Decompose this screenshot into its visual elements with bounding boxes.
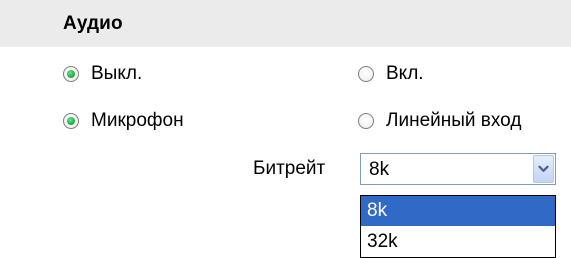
radio-audio-off-label: Выкл. [91, 63, 143, 84]
radio-input-line-in-label: Линейный вход [386, 110, 522, 131]
radio-audio-on-label: Вкл. [386, 63, 424, 84]
radio-unchecked-icon [358, 113, 374, 129]
audio-section-header: Аудио [0, 0, 571, 47]
bitrate-option-8k[interactable]: 8k [361, 196, 555, 226]
bitrate-selected-value: 8k [369, 159, 390, 180]
bitrate-option-32k[interactable]: 32k [361, 227, 555, 257]
radio-input-microphone-label: Микрофон [91, 110, 184, 131]
chevron-down-icon [538, 165, 549, 172]
radio-audio-off[interactable]: Выкл. [63, 63, 142, 85]
bitrate-dropdown-list: 8k 32k [360, 195, 556, 258]
radio-input-microphone[interactable]: Микрофон [63, 110, 184, 132]
bitrate-select[interactable]: 8k [360, 153, 556, 185]
select-dropdown-button[interactable] [533, 155, 554, 183]
radio-unchecked-icon [358, 66, 374, 82]
audio-settings-panel: Аудио Выкл. Вкл. Микрофон Линейный вход … [0, 0, 571, 258]
section-title: Аудио [63, 13, 123, 34]
radio-checked-icon [63, 113, 79, 129]
radio-audio-on[interactable]: Вкл. [358, 63, 424, 85]
radio-input-line-in[interactable]: Линейный вход [358, 110, 521, 132]
bitrate-label: Битрейт [253, 158, 326, 179]
radio-checked-icon [63, 66, 79, 82]
